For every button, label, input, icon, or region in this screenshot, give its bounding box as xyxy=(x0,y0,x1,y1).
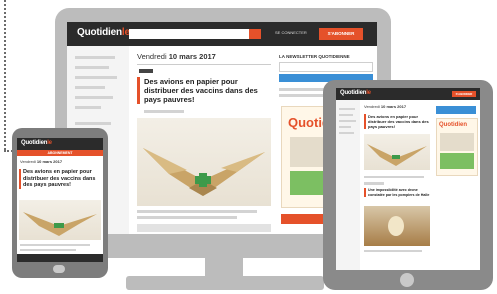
tablet-article-image[interactable] xyxy=(364,134,430,170)
promo-image xyxy=(440,133,474,151)
lamp-light xyxy=(388,216,404,236)
tablet-second-image[interactable] xyxy=(364,206,430,246)
sidebar-item[interactable] xyxy=(75,86,105,89)
logo-text: Quotidien xyxy=(21,140,48,146)
sidebar-item[interactable] xyxy=(75,66,109,69)
tablet-newsletter-button[interactable] xyxy=(436,106,476,114)
sidebar-item[interactable] xyxy=(339,114,353,116)
phone-home-button[interactable] xyxy=(53,265,65,273)
search-input[interactable] xyxy=(129,29,249,39)
date-prefix: Vendredi xyxy=(137,52,167,61)
tablet-summary xyxy=(364,176,424,178)
monitor-foot xyxy=(126,276,324,290)
phone-date: Vendredi 10 mars 2017 xyxy=(20,159,62,164)
article-byline xyxy=(144,110,184,113)
tablet-summary xyxy=(364,250,422,252)
logo-suffix: le xyxy=(366,90,371,96)
dotted-connector-vertical xyxy=(4,0,6,150)
tablet-subscribe-button[interactable]: S'ABONNER xyxy=(452,91,476,97)
article-headline[interactable]: Des avions en papier pour distribuer des… xyxy=(137,77,272,104)
phone-logo[interactable]: Quotidienle xyxy=(21,140,52,146)
date-bold: 10 mars 2017 xyxy=(168,52,216,61)
phone-header: Quotidienle xyxy=(17,138,103,150)
paper-plane-illustration xyxy=(367,144,427,166)
tablet-promo-ad[interactable]: Quotidien xyxy=(436,118,478,176)
tablet-screen: Quotidienle S'ABONNER Vendredi 10 mars 2… xyxy=(336,88,480,270)
search-icon[interactable] xyxy=(249,29,261,39)
tablet-date: Vendredi 10 mars 2017 xyxy=(364,104,406,109)
phone-screen: Quotidienle ABONNEMENT Vendredi 10 mars … xyxy=(17,138,103,262)
logo-suffix: le xyxy=(47,140,52,146)
tablet-header: Quotidienle S'ABONNER xyxy=(336,88,480,100)
date-bold: 10 mars 2017 xyxy=(380,104,407,109)
tablet-headline[interactable]: Des avions en papier pour distribuer des… xyxy=(364,114,430,129)
date-bold: 10 mars 2017 xyxy=(36,159,63,164)
subscribe-button[interactable]: S'ABONNER xyxy=(319,28,363,40)
phone-subscribe-banner[interactable]: ABONNEMENT xyxy=(17,150,103,156)
login-link[interactable]: SE CONNECTER xyxy=(275,30,307,35)
sidebar-item[interactable] xyxy=(75,122,111,125)
article-category-tag xyxy=(139,69,153,73)
paper-plane-illustration xyxy=(23,212,97,236)
sidebar-item[interactable] xyxy=(339,126,351,128)
sidebar-item[interactable] xyxy=(75,56,115,59)
promo-image-green xyxy=(440,153,474,169)
tablet-home-button[interactable] xyxy=(400,273,414,287)
phone-article-image[interactable] xyxy=(19,200,101,240)
article-summary xyxy=(137,216,237,219)
date-prefix: Vendredi xyxy=(364,104,380,109)
logo-text: Quotidien xyxy=(77,27,122,38)
site-header: Quotidienle SE CONNECTER S'ABONNER xyxy=(67,22,377,46)
divider xyxy=(137,64,271,65)
tablet-logo[interactable]: Quotidienle xyxy=(340,90,371,96)
newsletter-title: LA NEWSLETTER QUOTIDIENNE xyxy=(279,54,350,59)
phone-headline[interactable]: Des avions en papier pour distribuer des… xyxy=(19,169,101,189)
tablet-second-headline[interactable]: Une impossibilité avec drone constatée p… xyxy=(364,188,430,197)
sidebar-item[interactable] xyxy=(75,106,101,109)
article-action-bar[interactable] xyxy=(137,224,271,232)
date-line: Vendredi 10 mars 2017 xyxy=(137,52,216,61)
sidebar-item[interactable] xyxy=(75,96,113,99)
sidebar-item[interactable] xyxy=(75,76,117,79)
date-prefix: Vendredi xyxy=(20,159,36,164)
logo-text: Quotidien xyxy=(340,90,367,96)
article-image[interactable] xyxy=(137,118,271,206)
sidebar-item[interactable] xyxy=(339,132,354,134)
sidebar-item[interactable] xyxy=(339,120,356,122)
newsletter-email-field[interactable] xyxy=(279,62,373,72)
article-summary xyxy=(137,210,257,213)
site-logo[interactable]: Quotidienle xyxy=(77,27,130,38)
phone-summary xyxy=(20,244,90,246)
sidebar-item[interactable] xyxy=(339,108,355,110)
paper-plane-illustration xyxy=(143,148,265,196)
tablet-sidebar xyxy=(336,100,360,270)
promo-logo: Quotidien xyxy=(439,122,467,128)
monitor-neck xyxy=(205,250,243,276)
phone-bottom-nav[interactable] xyxy=(17,254,103,262)
phone-summary xyxy=(20,249,76,251)
tablet-section-label xyxy=(364,182,384,185)
